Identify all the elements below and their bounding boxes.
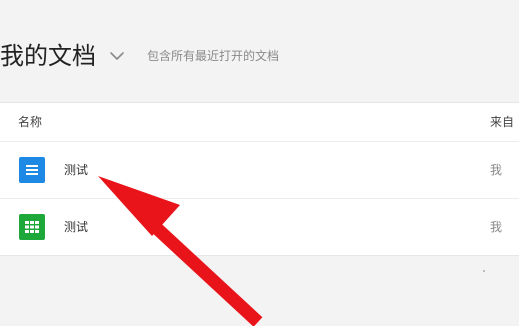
file-row[interactable]: 测试 我 [0, 142, 519, 199]
spreadsheet-icon [19, 214, 45, 240]
column-header-source[interactable]: 来自 [490, 114, 514, 130]
file-name[interactable]: 测试 [64, 162, 88, 178]
file-list: 名称 来自 测试 我 测试 我 [0, 102, 519, 256]
file-row[interactable]: 测试 我 [0, 199, 519, 255]
table-header: 名称 来自 [0, 103, 519, 142]
file-source: 我 [490, 163, 503, 177]
document-icon [19, 157, 45, 183]
page-subtitle: 包含所有最近打开的文档 [147, 49, 280, 63]
page-header: 我的文档 包含所有最近打开的文档 [0, 0, 519, 102]
page-title: 我的文档 [0, 42, 96, 70]
file-name[interactable]: 测试 [64, 219, 88, 235]
chevron-down-icon[interactable] [108, 47, 126, 65]
background-dot [483, 270, 485, 272]
file-source: 我 [490, 220, 503, 234]
column-header-name[interactable]: 名称 [18, 114, 42, 130]
